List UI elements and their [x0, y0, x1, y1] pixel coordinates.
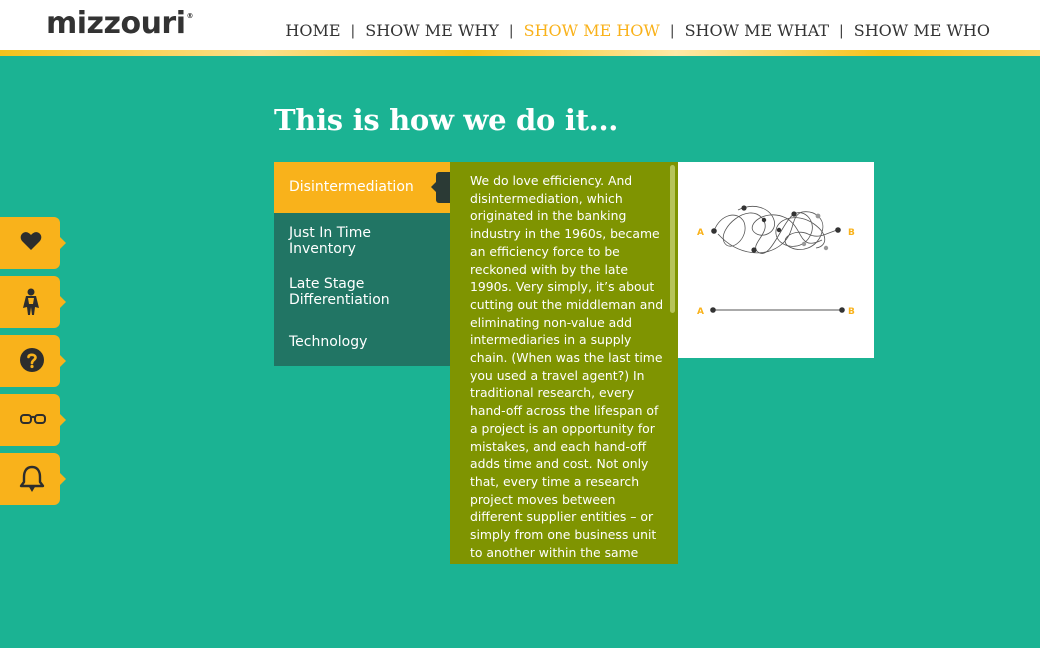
menu-item-label: Late Stage Differentiation	[289, 276, 390, 308]
nav-separator: |	[839, 22, 844, 39]
site-header: mizzouri® HOME | SHOW ME WHY | SHOW ME H…	[0, 0, 1040, 50]
heart-icon	[20, 232, 42, 250]
label-b-top: B	[848, 228, 855, 238]
nav-show-me-what[interactable]: SHOW ME WHAT	[685, 21, 829, 40]
menu-item-disintermediation[interactable]: Disintermediation	[274, 162, 450, 213]
side-tab-heart[interactable]	[0, 217, 66, 269]
side-tab-superhero[interactable]	[0, 276, 66, 328]
site-logo[interactable]: mizzouri®	[46, 6, 193, 41]
label-a-bottom: A	[697, 307, 704, 317]
superhero-icon	[23, 288, 39, 315]
process-diagram: A B A B	[697, 205, 855, 317]
side-tab-question[interactable]	[0, 335, 66, 387]
menu-item-label: Just In Time Inventory	[289, 225, 371, 257]
nav-home[interactable]: HOME	[285, 21, 340, 40]
nav-show-me-why[interactable]: SHOW ME WHY	[365, 21, 499, 40]
menu-item-label: Disintermediation	[289, 179, 414, 195]
label-b-bottom: B	[848, 307, 855, 317]
topic-menu: Disintermediation Just In Time Inventory…	[274, 162, 450, 366]
nav-separator: |	[669, 22, 675, 39]
side-tab-glasses[interactable]	[0, 394, 66, 446]
menu-item-label: Technology	[289, 334, 368, 350]
nav-separator: |	[350, 22, 356, 39]
registered-mark: ®	[186, 12, 194, 20]
page-title: This is how we do it...	[274, 103, 619, 137]
nav-show-me-who[interactable]: SHOW ME WHO	[854, 21, 990, 40]
question-icon	[20, 348, 44, 372]
label-a-top: A	[697, 228, 704, 238]
nav-separator: |	[508, 22, 514, 39]
bell-icon	[19, 465, 45, 492]
active-indicator	[431, 172, 450, 203]
glasses-icon	[20, 414, 46, 424]
nav-show-me-how[interactable]: SHOW ME HOW	[524, 21, 660, 40]
menu-item-just-in-time-inventory[interactable]: Just In Time Inventory	[274, 225, 450, 257]
header-stripe	[0, 50, 1040, 56]
menu-item-late-stage-differentiation[interactable]: Late Stage Differentiation	[274, 276, 450, 308]
panel-scrollbar[interactable]	[670, 165, 675, 313]
content-panel[interactable]: We do love efficiency. And disintermedia…	[450, 162, 678, 564]
menu-item-technology[interactable]: Technology	[274, 334, 450, 350]
side-tab-bell[interactable]	[0, 453, 66, 505]
panel-body-text: We do love efficiency. And disintermedia…	[470, 173, 664, 564]
side-tabs	[0, 217, 66, 512]
disintermediation-illustration: A B A B	[678, 162, 874, 358]
main-nav: HOME | SHOW ME WHY | SHOW ME HOW | SHOW …	[285, 21, 990, 40]
